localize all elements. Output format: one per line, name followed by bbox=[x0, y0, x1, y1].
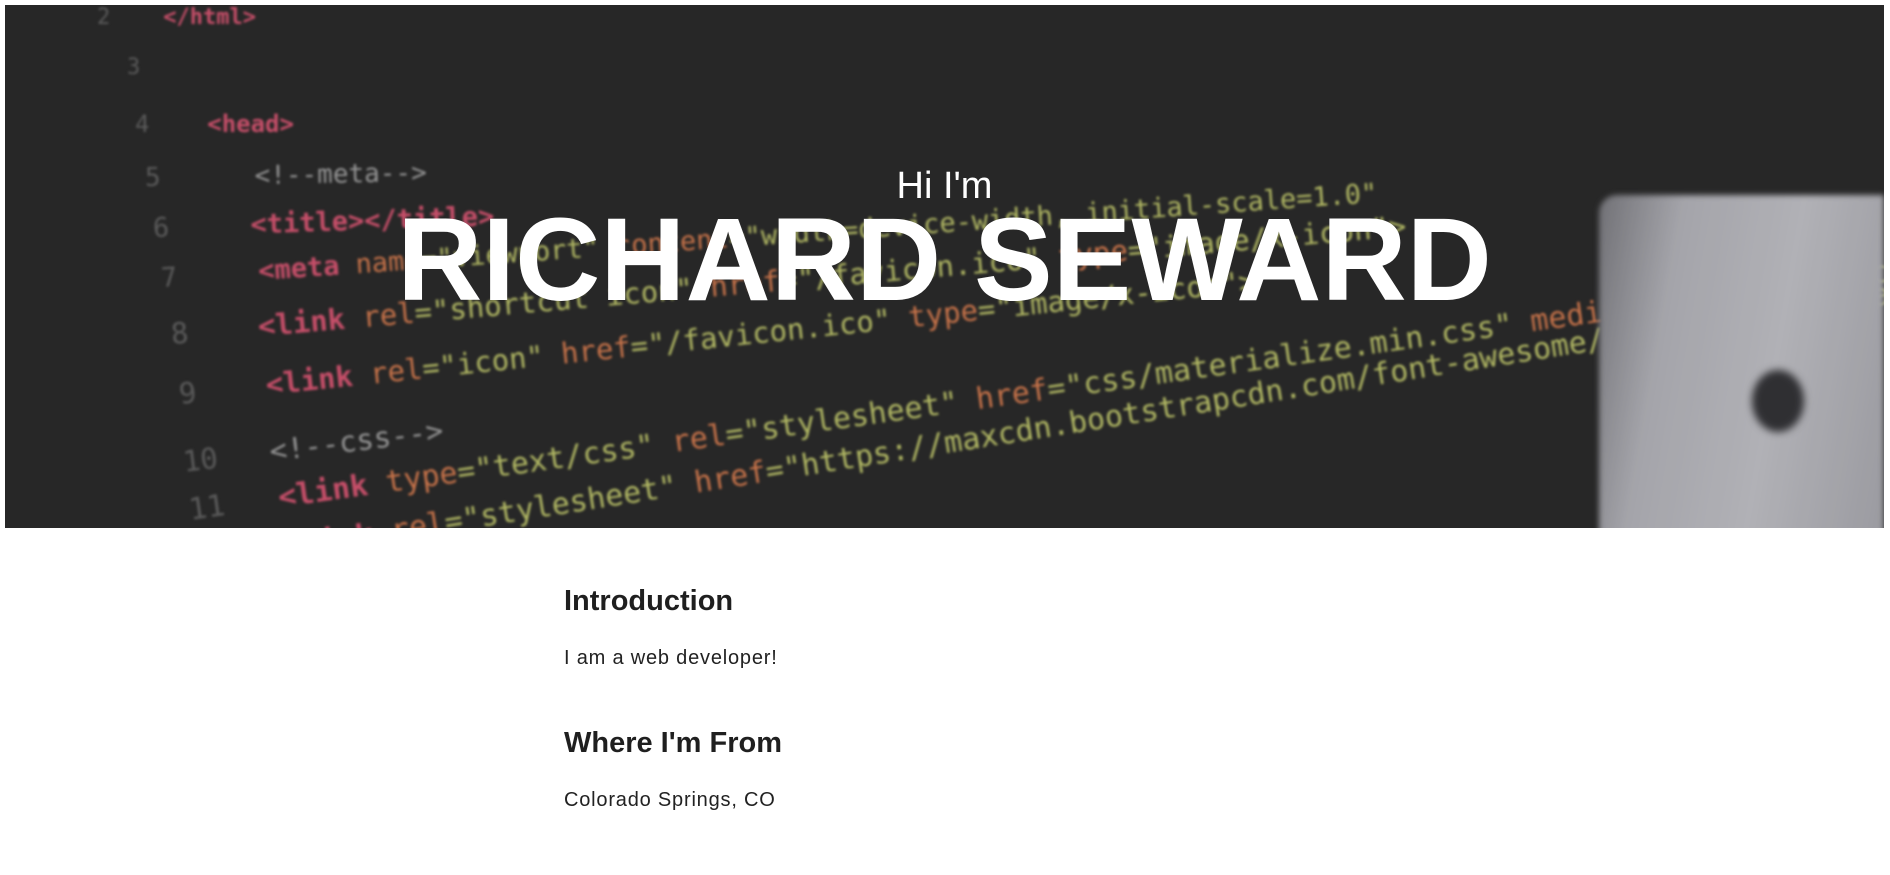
where-from-heading: Where I'm From bbox=[564, 727, 782, 759]
hero-name: RICHARD SEWARD bbox=[397, 194, 1492, 326]
hero-banner: 2 </html> 3 4 <head> 5 <!--meta--> 6 <ti… bbox=[5, 5, 1884, 528]
introduction-text: I am a web developer! bbox=[564, 647, 778, 669]
where-from-text: Colorado Springs, CO bbox=[564, 789, 776, 811]
introduction-heading: Introduction bbox=[564, 585, 734, 617]
